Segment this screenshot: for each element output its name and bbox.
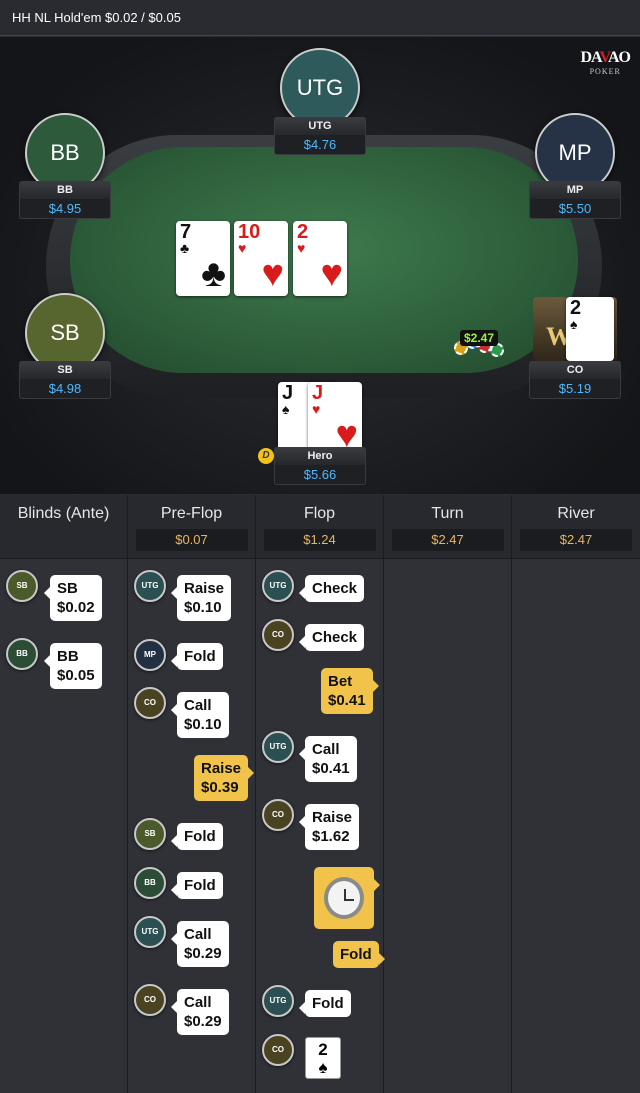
seat-utg-avatar[interactable]: UTG: [280, 48, 360, 128]
alarm-clock-icon: [314, 867, 380, 929]
player-badge-bb: BB: [134, 867, 166, 899]
player-name: UTG: [275, 118, 365, 135]
action-bubble: SB $0.02: [44, 575, 102, 621]
player-badge-co: CO: [262, 1034, 294, 1066]
player-stack: $4.98: [48, 381, 82, 396]
hero-card-2: J ♥ ♥: [308, 382, 362, 457]
seat-hero-plate[interactable]: Hero $5.66: [274, 447, 366, 485]
street-pot: $2.47: [520, 529, 632, 551]
player-badge-utg: UTG: [262, 570, 294, 602]
shown-card: 2 ♠: [305, 1037, 341, 1079]
street-column-turn: Turn $2.47: [384, 495, 512, 1093]
seat-utg-plate[interactable]: UTG $4.76: [274, 117, 366, 155]
player-stack: $5.66: [303, 467, 337, 482]
action-bubble: Call $0.29: [171, 921, 229, 967]
hero-action-bubble: Raise $0.39: [194, 755, 255, 801]
seat-co-plate[interactable]: CO $5.19: [529, 361, 621, 399]
player-stack: $4.95: [48, 201, 82, 216]
street-header[interactable]: Pre-Flop $0.07: [128, 495, 255, 559]
street-pot: $2.47: [391, 529, 504, 551]
street-pot: $1.24: [263, 529, 376, 551]
seat-sb-plate[interactable]: SB $4.98: [19, 361, 111, 399]
street-pot: $0.07: [135, 529, 248, 551]
brand-logo: DAVAO POKER: [580, 49, 631, 76]
hand-history: Blinds (Ante) Pre-Flop $0.07 Flop $1.24 Tu…: [0, 495, 640, 1093]
player-badge-co: CO: [262, 799, 294, 831]
player-badge-mp: MP: [134, 639, 166, 671]
hero-action-bubble: Fold: [333, 941, 385, 968]
player-stack: $5.19: [558, 381, 592, 396]
player-name: Hero: [275, 448, 365, 465]
action-bubble: Fold: [171, 872, 223, 899]
player-name: BB: [20, 182, 110, 199]
action-bubble: BB $0.05: [44, 643, 102, 689]
action-bubble: Raise $0.10: [170, 575, 232, 621]
action-bubble: Fold: [299, 990, 351, 1017]
player-badge-co: CO: [134, 984, 166, 1016]
street-header[interactable]: River $2.47: [512, 495, 640, 559]
poker-table: O DAVAO POKER UTG UTG $4.76 BB BB $4.95 …: [0, 37, 640, 494]
pot-amount: $2.47: [460, 330, 499, 346]
hero-action-bubble: Bet $0.41: [321, 668, 379, 714]
seat-bb-plate[interactable]: BB $4.95: [19, 181, 111, 219]
player-badge-utg: UTG: [262, 985, 294, 1017]
player-badge-sb: SB: [134, 818, 166, 850]
board-card-3: 2 ♥ ♥: [293, 221, 347, 296]
player-name: SB: [20, 362, 110, 379]
board-card-1: 7 ♣ ♣: [176, 221, 230, 296]
co-shown-card: 2 ♠: [566, 297, 614, 361]
player-stack: $5.50: [558, 201, 592, 216]
street-header[interactable]: Turn $2.47: [384, 495, 511, 559]
player-badge-bb: BB: [6, 638, 38, 670]
player-name: MP: [530, 182, 620, 199]
street-header[interactable]: Blinds (Ante): [0, 495, 127, 559]
street-column-river: River $2.47: [512, 495, 640, 1093]
table-title: HH NL Hold'em $0.02 / $0.05: [0, 0, 640, 36]
street-header[interactable]: Flop $1.24: [256, 495, 383, 559]
player-badge-co: CO: [134, 687, 166, 719]
player-badge-co: CO: [262, 619, 294, 651]
action-bubble: Check: [298, 575, 365, 602]
action-bubble: Call $0.10: [171, 692, 229, 738]
player-badge-utg: UTG: [134, 570, 166, 602]
player-badge-utg: UTG: [134, 916, 166, 948]
action-bubble: Call $0.29: [171, 989, 229, 1035]
player-badge-utg: UTG: [262, 731, 294, 763]
dealer-button-icon: D: [258, 448, 274, 464]
player-stack: $4.76: [303, 137, 337, 152]
action-bubble: Call $0.41: [299, 736, 357, 782]
action-bubble: Raise $1.62: [298, 804, 360, 850]
player-name: CO: [530, 362, 620, 379]
board-card-2: 10 ♥ ♥: [234, 221, 288, 296]
action-bubble: Check: [298, 624, 365, 651]
seat-mp-plate[interactable]: MP $5.50: [529, 181, 621, 219]
action-bubble: Fold: [171, 643, 223, 670]
action-bubble: Fold: [171, 823, 223, 850]
player-badge-sb: SB: [6, 570, 38, 602]
